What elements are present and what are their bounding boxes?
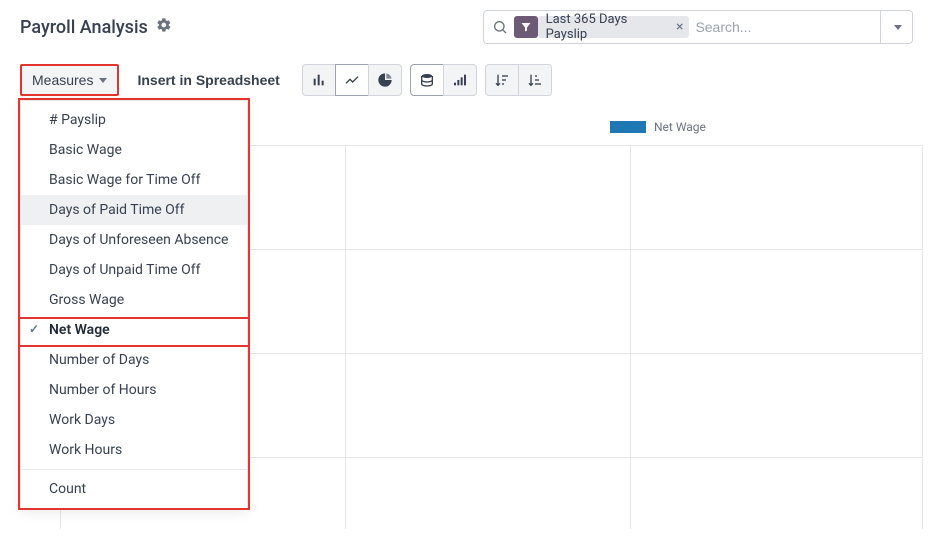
filter-tag-label: Last 365 Days Payslip (546, 12, 670, 42)
signal-icon[interactable] (443, 64, 477, 96)
sort-desc-icon[interactable] (485, 64, 519, 96)
measure-option[interactable]: Work Hours (21, 435, 247, 465)
chart-type-group (302, 64, 402, 96)
measures-label: Measures (32, 72, 93, 88)
page-title: Payroll Analysis (20, 17, 148, 38)
measures-button[interactable]: Measures (20, 64, 119, 96)
sort-group (485, 64, 552, 96)
search-dropdown-toggle[interactable] (880, 11, 908, 43)
measure-option[interactable]: Work Days (21, 405, 247, 435)
line-chart-icon[interactable] (335, 64, 369, 96)
measure-option[interactable]: Number of Days (21, 345, 247, 375)
legend-swatch (610, 121, 646, 133)
chevron-down-icon (99, 78, 107, 83)
gear-icon[interactable] (156, 17, 172, 37)
sort-asc-icon[interactable] (518, 64, 552, 96)
dropdown-separator (21, 469, 247, 470)
toolbar: Measures Insert in Spreadsheet (0, 58, 933, 106)
stacked-icon[interactable] (410, 64, 444, 96)
legend-label: Net Wage (654, 120, 706, 134)
measure-option[interactable]: Gross Wage (21, 285, 247, 315)
search-input[interactable] (695, 19, 876, 35)
measures-dropdown: # Payslip Basic Wage Basic Wage for Time… (20, 100, 248, 509)
search-bar[interactable]: Last 365 Days Payslip × (483, 10, 913, 44)
measure-option-count[interactable]: Count (21, 474, 247, 504)
measure-option[interactable]: Days of Paid Time Off (21, 195, 247, 225)
filter-icon[interactable] (514, 16, 538, 38)
stack-group (410, 64, 477, 96)
measure-option[interactable]: Days of Unforeseen Absence (21, 225, 247, 255)
chevron-down-icon (894, 25, 902, 30)
header: Payroll Analysis Last 365 Days Payslip × (0, 0, 933, 58)
chart-legend: Net Wage (610, 120, 706, 134)
measure-option[interactable]: Number of Hours (21, 375, 247, 405)
measure-option[interactable]: Basic Wage (21, 135, 247, 165)
filter-tag[interactable]: Last 365 Days Payslip × (538, 16, 690, 38)
search-icon (492, 19, 508, 35)
bar-chart-icon[interactable] (302, 64, 336, 96)
close-icon[interactable]: × (676, 20, 683, 34)
insert-label: Insert in Spreadsheet (137, 72, 279, 88)
measure-option[interactable]: Basic Wage for Time Off (21, 165, 247, 195)
measure-option[interactable]: Days of Unpaid Time Off (21, 255, 247, 285)
measure-option-selected[interactable]: Net Wage (21, 315, 247, 345)
measure-option[interactable]: # Payslip (21, 105, 247, 135)
pie-chart-icon[interactable] (368, 64, 402, 96)
insert-spreadsheet-button[interactable]: Insert in Spreadsheet (127, 64, 289, 96)
